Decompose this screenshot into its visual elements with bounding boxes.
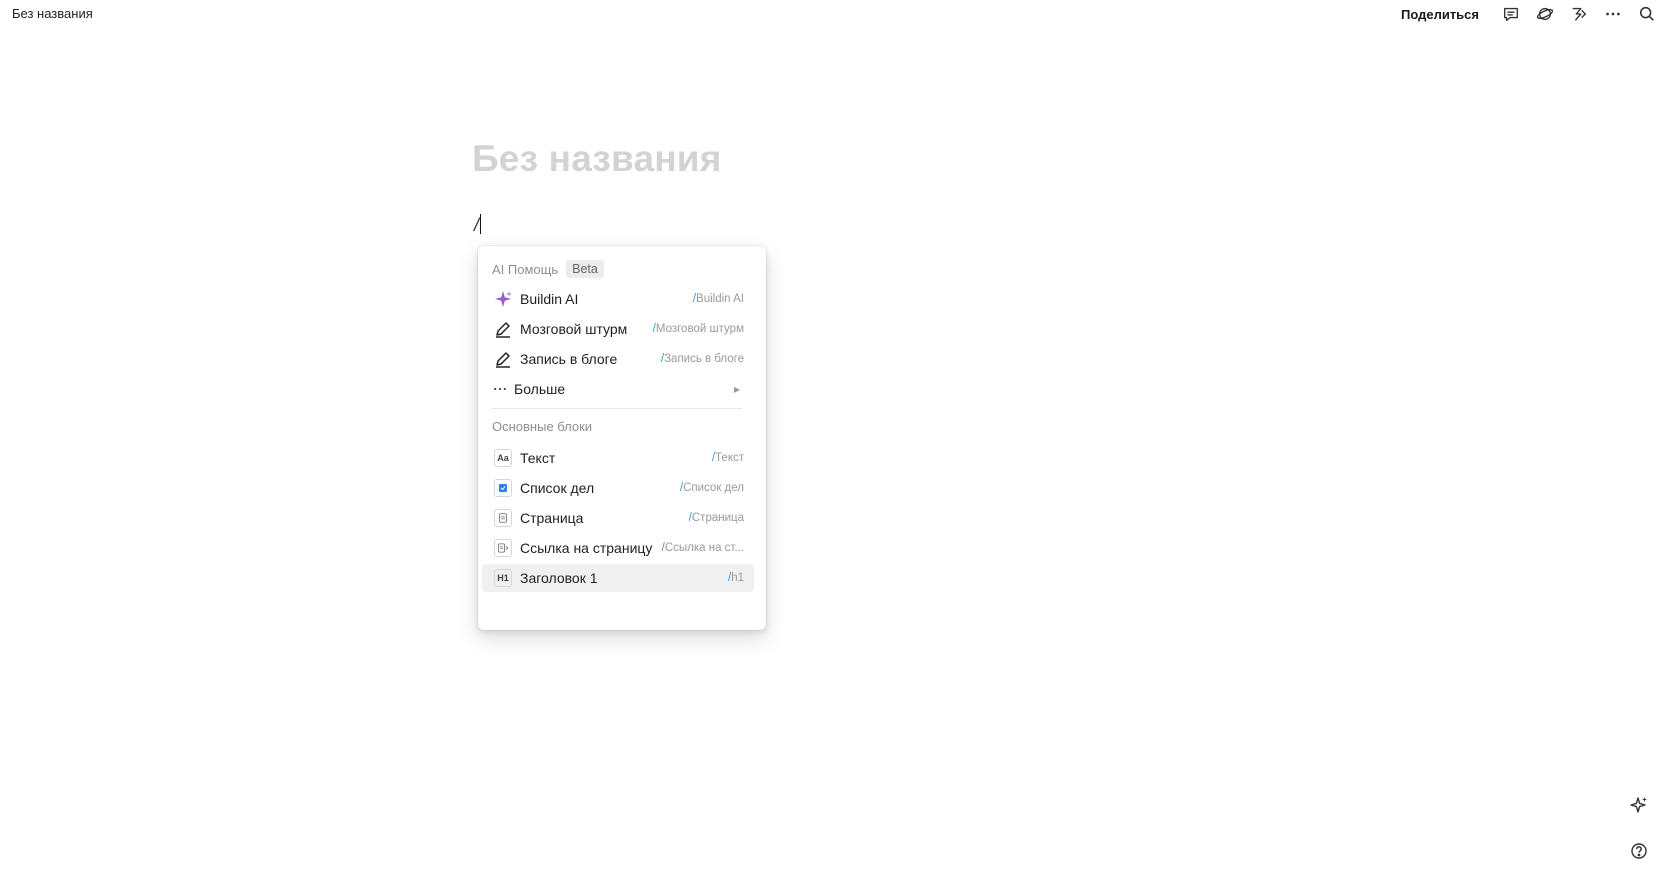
- section-label-ai: AI Помощь: [492, 261, 559, 277]
- ai-assistant-button[interactable]: [1626, 792, 1652, 818]
- page-link-icon: [492, 537, 514, 559]
- more-icon[interactable]: [1603, 4, 1623, 24]
- top-actions: Поделиться: [1401, 0, 1667, 28]
- page-icon: [492, 507, 514, 529]
- menu-item-shortcut: /Текст: [711, 452, 744, 464]
- menu-item-label: Текст: [520, 450, 556, 466]
- help-icon: [1631, 843, 1647, 859]
- editor-input-text: /: [474, 215, 480, 235]
- menu-item-label: Buildin AI: [520, 291, 579, 307]
- menu-item-more[interactable]: Больше ▶: [482, 375, 754, 403]
- pen-icon: [492, 348, 514, 370]
- menu-item-text[interactable]: Aa Текст /Текст: [482, 444, 754, 472]
- heading-icon-glyph: H1: [494, 569, 512, 587]
- menu-item-brainstorm[interactable]: Мозговой штурм /Мозговой штурм: [482, 315, 754, 343]
- planet-icon[interactable]: [1535, 4, 1555, 24]
- beta-badge: Beta: [566, 260, 604, 278]
- menu-section-basic: Основные блоки: [492, 419, 592, 434]
- menu-item-shortcut: /Мозговой штурм: [652, 323, 744, 335]
- menu-item-label: Ссылка на страницу: [520, 540, 653, 556]
- menu-section-ai: AI Помощь Beta: [492, 260, 604, 278]
- menu-item-shortcut: /h1: [728, 572, 744, 584]
- breadcrumb[interactable]: Без названия: [12, 6, 93, 21]
- menu-item-label: Список дел: [520, 480, 595, 496]
- menu-item-label: Запись в блоге: [520, 351, 618, 367]
- sparkle-icon: [492, 288, 514, 310]
- updates-icon[interactable]: [1569, 4, 1589, 24]
- comment-icon[interactable]: [1501, 4, 1521, 24]
- menu-item-label: Больше: [514, 381, 566, 397]
- sparkle-icon: [1630, 797, 1647, 813]
- menu-item-label: Заголовок 1: [520, 570, 598, 586]
- menu-item-label: Мозговой штурм: [520, 321, 628, 337]
- menu-item-todo[interactable]: Список дел /Список дел: [482, 474, 754, 502]
- section-label-basic: Основные блоки: [492, 419, 593, 434]
- menu-item-shortcut: /Ссылка на ст...: [661, 542, 744, 554]
- text-icon-glyph: Aa: [494, 449, 512, 467]
- menu-item-shortcut: /Buildin AI: [692, 293, 744, 305]
- top-bar: Без названия Поделиться: [0, 0, 1667, 28]
- text-caret: [480, 214, 482, 234]
- menu-item-shortcut: /Страница: [688, 512, 744, 524]
- share-button[interactable]: Поделиться: [1401, 7, 1479, 22]
- menu-item-page-link[interactable]: Ссылка на страницу /Ссылка на ст...: [482, 534, 754, 562]
- page-title[interactable]: Без названия: [472, 138, 722, 180]
- menu-item-blog-post[interactable]: Запись в блоге /Запись в блоге: [482, 345, 754, 373]
- search-icon[interactable]: [1637, 4, 1657, 24]
- heading-icon: H1: [492, 567, 514, 589]
- todo-icon: [492, 477, 514, 499]
- chevron-right-icon: ▶: [733, 384, 740, 394]
- help-button[interactable]: [1626, 838, 1652, 864]
- menu-item-buildin-ai[interactable]: Buildin AI /Buildin AI: [482, 285, 754, 313]
- slash-command-menu: AI Помощь Beta Buildin AI /Buildin AI Мо…: [478, 246, 766, 630]
- menu-item-shortcut: /Запись в блоге: [660, 353, 744, 365]
- menu-item-shortcut: /Список дел: [679, 482, 744, 494]
- pen-icon: [492, 318, 514, 340]
- menu-item-page[interactable]: Страница /Страница: [482, 504, 754, 532]
- menu-divider: [492, 408, 742, 409]
- text-icon: Aa: [492, 447, 514, 469]
- menu-item-label: Страница: [520, 510, 584, 526]
- menu-item-heading-1[interactable]: H1 Заголовок 1 /h1: [482, 564, 754, 592]
- editor-line[interactable]: /: [474, 214, 482, 236]
- more-icon: [492, 378, 508, 400]
